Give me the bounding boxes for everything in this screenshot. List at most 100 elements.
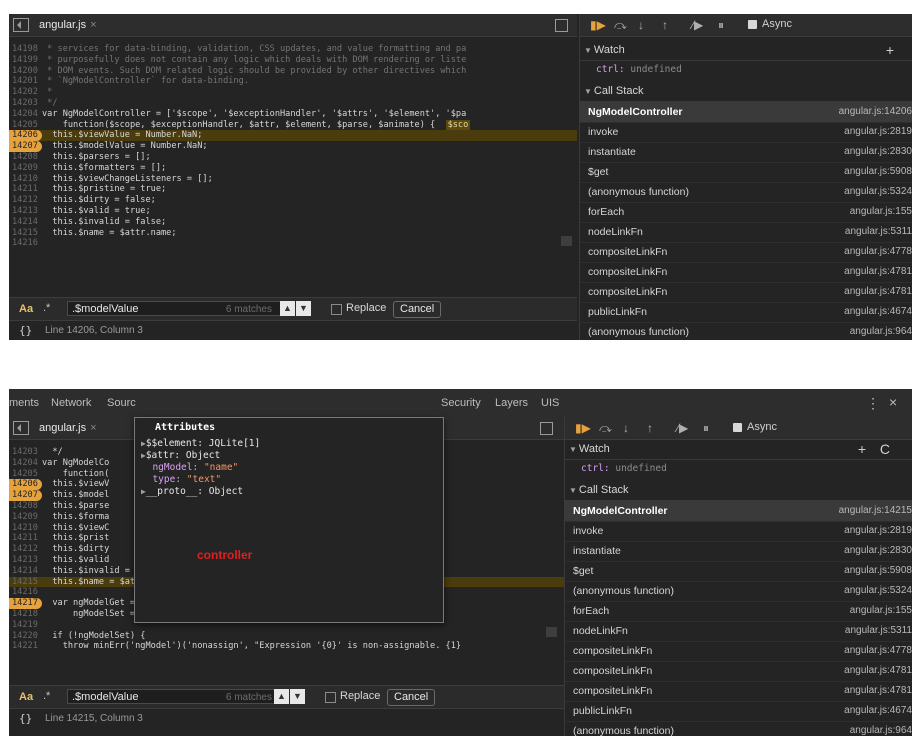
- replace-checkbox[interactable]: [325, 692, 336, 703]
- tab-more[interactable]: UIS: [541, 397, 559, 409]
- line-number[interactable]: 14219: [9, 620, 42, 631]
- line-number[interactable]: 14203: [9, 98, 42, 109]
- line-number[interactable]: 14208: [9, 152, 42, 163]
- popover-property[interactable]: ▶$attr: Object: [141, 450, 220, 462]
- line-number[interactable]: 14214: [9, 566, 42, 577]
- call-stack-frame[interactable]: instantiate angular.js:2830: [565, 541, 912, 562]
- breakpoint-line-number[interactable]: 14206: [9, 130, 42, 142]
- frame-location[interactable]: angular.js:4781: [844, 282, 912, 302]
- line-number[interactable]: 14211: [9, 533, 42, 544]
- step-into-icon[interactable]: ↓: [623, 421, 629, 435]
- call-stack-frame[interactable]: invoke angular.js:2819: [565, 521, 912, 542]
- code-line[interactable]: 14210 this.$viewChangeListeners = [];: [9, 174, 577, 185]
- frame-location[interactable]: angular.js:2819: [844, 521, 912, 541]
- frame-location[interactable]: angular.js:155: [850, 202, 912, 222]
- code-line[interactable]: 14220 if (!ngModelSet) {: [9, 631, 577, 642]
- frame-location[interactable]: angular.js:5908: [844, 162, 912, 182]
- line-number[interactable]: 14205: [9, 469, 42, 480]
- frame-location[interactable]: angular.js:5324: [844, 581, 912, 601]
- watch-expression[interactable]: ctrl: undefined: [565, 460, 912, 478]
- add-watch-button[interactable]: +: [858, 440, 866, 459]
- breakpoint-line-number[interactable]: 14207: [9, 490, 42, 501]
- frame-location[interactable]: angular.js:2819: [844, 122, 912, 142]
- call-stack-frame[interactable]: (anonymous function) angular.js:964: [580, 322, 912, 340]
- line-number[interactable]: 14198: [9, 44, 42, 55]
- code-line[interactable]: 14212 this.$dirty = false;: [9, 195, 577, 206]
- code-line[interactable]: 14206 this.$viewValue = Number.NaN;: [9, 130, 577, 142]
- frame-location[interactable]: angular.js:155: [850, 601, 912, 621]
- code-line[interactable]: 14201 * `NgModelController` for data-bin…: [9, 76, 577, 87]
- call-stack-frame[interactable]: publicLinkFn angular.js:4674: [580, 302, 912, 323]
- pretty-print-icon[interactable]: [540, 422, 553, 435]
- code-line[interactable]: 14200 * DOM events. Such DOM related log…: [9, 66, 577, 77]
- frame-location[interactable]: angular.js:5908: [844, 561, 912, 581]
- call-stack-frame[interactable]: $get angular.js:5908: [565, 561, 912, 582]
- line-number[interactable]: 14215: [9, 577, 42, 588]
- line-number[interactable]: 14212: [9, 195, 42, 206]
- call-stack-frame[interactable]: (anonymous function) angular.js:5324: [580, 182, 912, 203]
- line-number[interactable]: 14199: [9, 55, 42, 66]
- line-number[interactable]: 14209: [9, 512, 42, 523]
- call-stack-frame[interactable]: compositeLinkFn angular.js:4781: [580, 282, 912, 303]
- deactivate-breakpoints-icon[interactable]: ⁄▶: [692, 18, 703, 32]
- search-input[interactable]: .$modelValue 6 matches: [67, 689, 281, 704]
- line-number[interactable]: 14209: [9, 163, 42, 174]
- frame-location[interactable]: angular.js:5311: [845, 621, 912, 641]
- cancel-search-button[interactable]: Cancel: [393, 301, 442, 318]
- step-out-icon[interactable]: ↑: [662, 18, 668, 32]
- code-line[interactable]: 14213 this.$valid = true;: [9, 206, 577, 217]
- call-stack-section-header[interactable]: ▼ Call Stack: [565, 481, 912, 501]
- call-stack-frame[interactable]: compositeLinkFn angular.js:4781: [565, 681, 912, 702]
- code-line[interactable]: 14214 this.$invalid = false;: [9, 217, 577, 228]
- deactivate-breakpoints-icon[interactable]: ⁄▶: [677, 421, 688, 435]
- file-tab-angular-js[interactable]: angular.js ×: [33, 14, 103, 36]
- code-line[interactable]: 14205 function($scope, $exceptionHandler…: [9, 119, 577, 131]
- step-over-icon[interactable]: ⤼: [614, 18, 627, 32]
- frame-location[interactable]: angular.js:4781: [844, 681, 912, 701]
- frame-location[interactable]: angular.js:14206: [839, 102, 912, 122]
- previous-match-button[interactable]: ▲: [274, 689, 289, 704]
- frame-location[interactable]: angular.js:4674: [844, 701, 912, 721]
- line-number[interactable]: 14214: [9, 217, 42, 228]
- previous-match-button[interactable]: ▲: [280, 301, 295, 316]
- scrollbar-thumb[interactable]: [561, 236, 572, 246]
- code-line[interactable]: 14203 */: [9, 98, 577, 109]
- line-number[interactable]: 14213: [9, 206, 42, 217]
- popover-property[interactable]: type: "text": [141, 474, 221, 486]
- code-line[interactable]: 14208 this.$parsers = [];: [9, 152, 577, 163]
- line-number[interactable]: 14210: [9, 174, 42, 185]
- watch-section-header[interactable]: ▼ Watch + C: [565, 440, 912, 460]
- call-stack-frame[interactable]: invoke angular.js:2819: [580, 122, 912, 143]
- code-line[interactable]: 14207 this.$modelValue = Number.NaN;: [9, 141, 577, 152]
- line-number[interactable]: 14204: [9, 458, 42, 469]
- tab-security[interactable]: Security: [441, 397, 481, 409]
- frame-location[interactable]: angular.js:5311: [845, 222, 912, 242]
- pause-on-exceptions-icon[interactable]: ⏸: [703, 421, 709, 435]
- step-out-icon[interactable]: ↑: [647, 421, 653, 435]
- call-stack-frame[interactable]: compositeLinkFn angular.js:4778: [580, 242, 912, 263]
- popover-property[interactable]: ▶__proto__: Object: [141, 486, 243, 498]
- cancel-search-button[interactable]: Cancel: [387, 689, 436, 706]
- call-stack-frame[interactable]: publicLinkFn angular.js:4674: [565, 701, 912, 722]
- line-number[interactable]: 14210: [9, 523, 42, 534]
- close-tab-icon[interactable]: ×: [90, 19, 96, 31]
- call-stack-frame[interactable]: forEach angular.js:155: [580, 202, 912, 223]
- more-menu-icon[interactable]: ⋮: [866, 395, 880, 412]
- code-area[interactable]: 14198 * services for data-binding, valid…: [9, 44, 577, 249]
- scrollbar-thumb[interactable]: [546, 627, 557, 637]
- close-devtools-icon[interactable]: ×: [889, 394, 897, 410]
- call-stack-frame[interactable]: nodeLinkFn angular.js:5311: [580, 222, 912, 243]
- code-line[interactable]: 14204 var NgModelController = ['$scope', …: [9, 109, 577, 120]
- line-number[interactable]: 14221: [9, 641, 42, 652]
- navigator-toggle-icon[interactable]: [13, 18, 29, 32]
- next-match-button[interactable]: ▼: [290, 689, 305, 704]
- line-number[interactable]: 14200: [9, 66, 42, 77]
- code-line[interactable]: 14202 *: [9, 87, 577, 98]
- tab-elements[interactable]: ments: [9, 397, 39, 409]
- line-number[interactable]: 14202: [9, 87, 42, 98]
- tab-layers[interactable]: Layers: [495, 397, 528, 409]
- navigator-toggle-icon[interactable]: [13, 421, 29, 435]
- async-checkbox[interactable]: [733, 423, 742, 432]
- tab-network[interactable]: Network: [51, 397, 91, 409]
- code-line[interactable]: 14209 this.$formatters = [];: [9, 163, 577, 174]
